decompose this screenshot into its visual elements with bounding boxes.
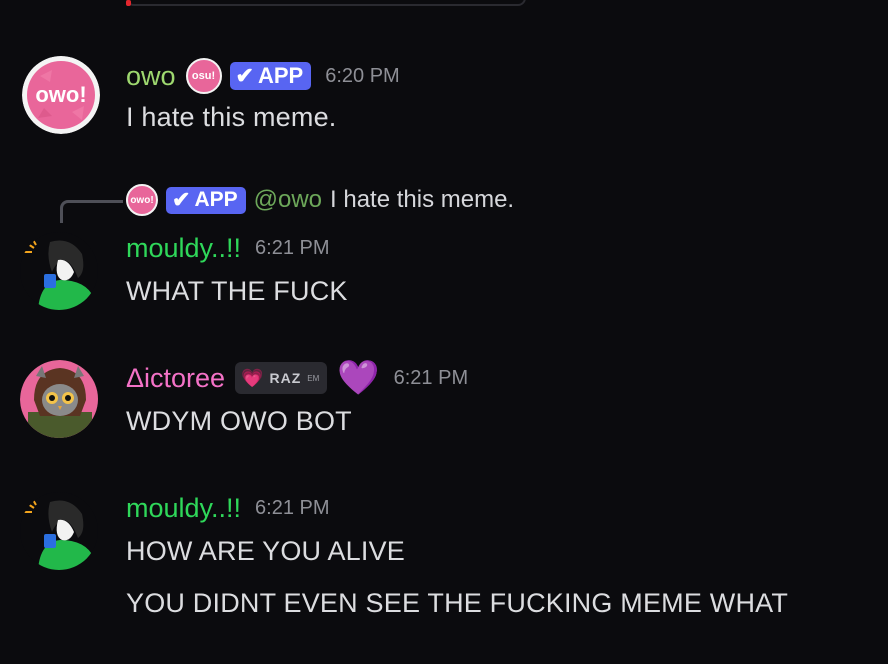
avatar[interactable] <box>20 232 98 310</box>
previous-embed <box>126 0 526 6</box>
osu-badge-icon[interactable]: osu! <box>185 58 222 94</box>
reply-mention[interactable]: @owo <box>254 186 322 214</box>
app-badge: ✔ APP <box>229 62 312 90</box>
author-name[interactable]: mouldy..!! <box>126 492 241 524</box>
check-icon: ✔ <box>235 63 254 88</box>
heart-icon: 💜 <box>337 359 380 397</box>
app-badge: ✔ APP <box>166 186 246 214</box>
heart-icon: 💗 <box>241 367 264 388</box>
app-badge-label: APP <box>257 63 304 88</box>
author-name[interactable]: mouldy..!! <box>126 232 241 264</box>
server-tag[interactable]: 💗 RAZ EM <box>235 362 328 394</box>
timestamp: 6:21 PM <box>255 496 330 519</box>
app-badge-label: APP <box>194 188 238 211</box>
avatar[interactable] <box>20 360 98 438</box>
message-text: WHAT THE FUCK <box>126 276 348 306</box>
check-icon: ✔ <box>172 187 191 212</box>
timestamp: 6:21 PM <box>393 366 469 389</box>
reply-connector <box>60 200 123 223</box>
message-text: WDYM OWO BOT <box>126 406 352 436</box>
reply-text: I hate this meme. <box>330 186 515 213</box>
server-tag-label: RAZ <box>269 370 302 386</box>
message-text: I hate this meme. <box>126 102 337 132</box>
avatar[interactable] <box>20 492 98 570</box>
reply-preview[interactable]: owo! ✔ APP @owo I hate this meme. <box>126 184 514 216</box>
author-name[interactable]: Δictoree <box>126 362 225 394</box>
timestamp: 6:20 PM <box>325 64 400 87</box>
timestamp: 6:21 PM <box>255 236 330 259</box>
message-text: YOU DIDNT EVEN SEE THE FUCKING MEME WHAT <box>126 588 789 618</box>
avatar-text: owo! <box>35 82 87 107</box>
server-tag-small: EM <box>307 373 320 383</box>
reply-avatar: owo! <box>126 184 158 216</box>
message-text: HOW ARE YOU ALIVE <box>126 536 405 566</box>
avatar[interactable]: owo! <box>22 56 100 134</box>
author-name[interactable]: owo <box>126 60 176 92</box>
